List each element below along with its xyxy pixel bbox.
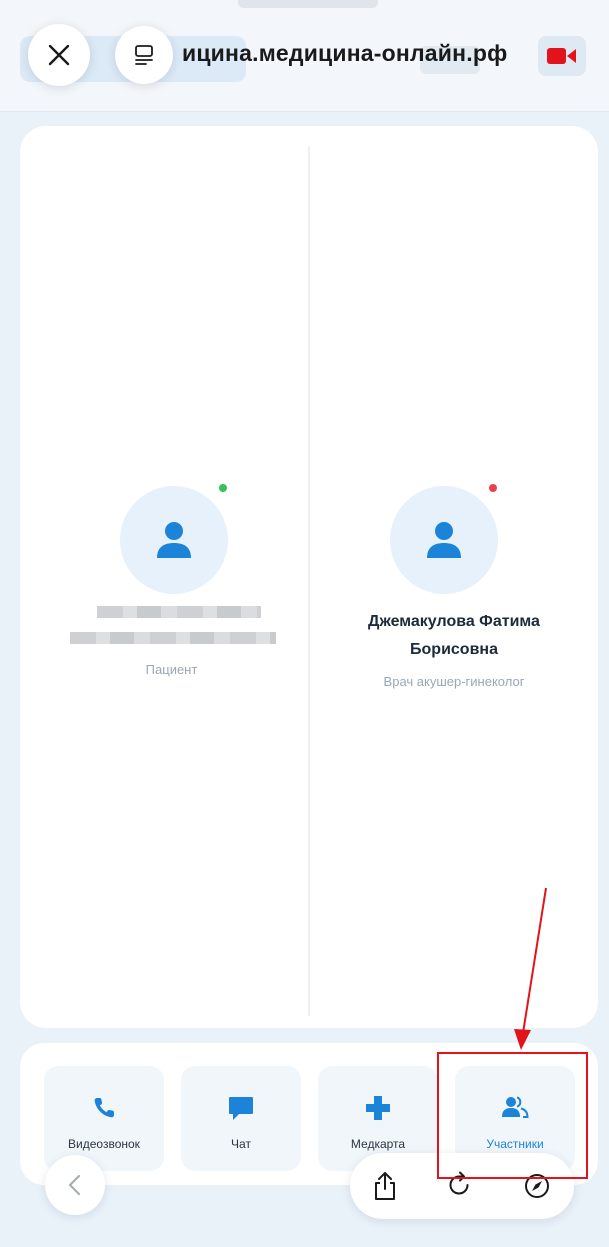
close-button[interactable] [28,24,90,86]
medical-record-label: Медкарта [350,1137,406,1151]
patient-name-redacted [20,606,308,644]
back-button[interactable] [45,1155,105,1215]
chevron-left-icon [68,1174,81,1196]
user-icon [157,522,191,558]
address-bar-url[interactable]: ицина.медицина-онлайн.рф [182,40,507,67]
reader-button[interactable] [115,26,173,84]
avatar [120,486,228,594]
offline-status-dot [489,484,497,492]
video-camera-indicator[interactable] [538,36,586,76]
participant-role: Пациент [145,662,198,677]
participant-patient: Пациент [20,481,308,677]
close-icon [48,44,70,66]
video-camera-icon [547,48,576,64]
user-icon [427,522,461,558]
reader-icon [135,45,153,65]
video-call-button[interactable]: Видеозвонок [44,1066,164,1171]
annotation-highlight-box [437,1052,588,1179]
chat-icon [229,1097,253,1120]
device-notch [238,0,378,8]
phone-icon [94,1098,114,1118]
chat-label: Чат [231,1137,251,1151]
browser-top-bar: ицина.медицина-онлайн.рф [0,0,609,112]
share-icon [375,1172,395,1200]
online-status-dot [219,484,227,492]
video-call-panel: Пациент Джемакулова Фатима Борисовна Вра… [20,126,598,1028]
doctor-name-line2: Борисовна [410,641,498,658]
avatar [390,486,498,594]
plus-icon [366,1096,390,1120]
participant-doctor: Джемакулова Фатима Борисовна Врач акушер… [310,481,598,689]
doctor-name: Джемакулова Фатима Борисовна [310,608,598,664]
chat-button[interactable]: Чат [181,1066,301,1171]
share-button[interactable] [367,1168,403,1204]
participant-role: Врач акушер-гинеколог [383,674,525,689]
video-call-label: Видеозвонок [68,1137,140,1151]
doctor-name-line1: Джемакулова Фатима [368,613,540,630]
